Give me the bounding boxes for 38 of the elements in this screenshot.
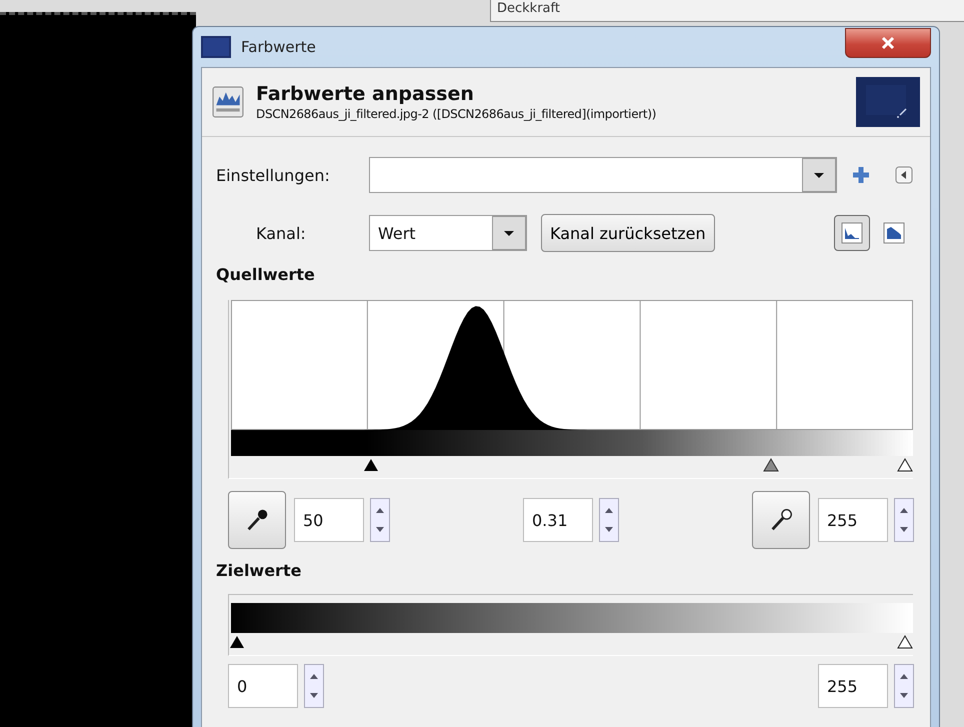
number-field[interactable]: 255 xyxy=(818,664,888,708)
spin-buttons[interactable] xyxy=(894,498,914,542)
spin-buttons[interactable] xyxy=(370,498,390,542)
levels-icon xyxy=(212,86,244,118)
slider-handle[interactable] xyxy=(362,458,379,472)
reset-channel-button[interactable]: Kanal zurücksetzen xyxy=(541,214,715,252)
number-field[interactable]: 50 xyxy=(294,498,364,542)
close-button[interactable] xyxy=(845,28,931,58)
section-heading: Quellwerte xyxy=(216,265,316,284)
spin-buttons[interactable] xyxy=(304,664,324,708)
channel-dropdown[interactable]: Wert xyxy=(369,215,527,251)
number-field[interactable]: 0.31 xyxy=(523,498,593,542)
settings-dropdown[interactable] xyxy=(369,157,837,193)
caret-icon[interactable] xyxy=(802,158,836,192)
channel-label: Kanal: xyxy=(255,224,307,242)
settings-label: Einstellungen: xyxy=(216,166,331,184)
menu-icon[interactable] xyxy=(895,166,913,184)
linear-histogram-button[interactable] xyxy=(834,215,870,251)
caret-icon[interactable] xyxy=(492,216,526,250)
image-name: DSCN2686aus_ji_filtered.jpg-2 ([DSCN2686aus_ji_filtered](importiert)) xyxy=(256,107,658,121)
slider-handle[interactable] xyxy=(763,458,780,472)
color-picker-button[interactable] xyxy=(752,491,810,549)
number-field[interactable]: 0 xyxy=(228,664,298,708)
window-title: Farbwerte xyxy=(241,38,316,56)
color-picker-button[interactable] xyxy=(228,491,286,549)
add-icon[interactable] xyxy=(851,165,871,185)
spin-buttons[interactable] xyxy=(599,498,619,542)
number-field[interactable]: 255 xyxy=(818,498,888,542)
spin-buttons[interactable] xyxy=(894,664,914,708)
dialog-heading: Farbwerte anpassen xyxy=(256,83,475,105)
field-label: Deckkraft xyxy=(497,1,560,17)
histogram-icon xyxy=(841,222,863,244)
histogram-icon xyxy=(883,222,905,244)
slider-handle[interactable] xyxy=(229,635,245,649)
window-icon xyxy=(201,36,231,58)
section-heading: Zielwerte xyxy=(216,561,302,580)
slider-handle[interactable] xyxy=(897,635,913,649)
slider-handle[interactable] xyxy=(897,458,913,472)
